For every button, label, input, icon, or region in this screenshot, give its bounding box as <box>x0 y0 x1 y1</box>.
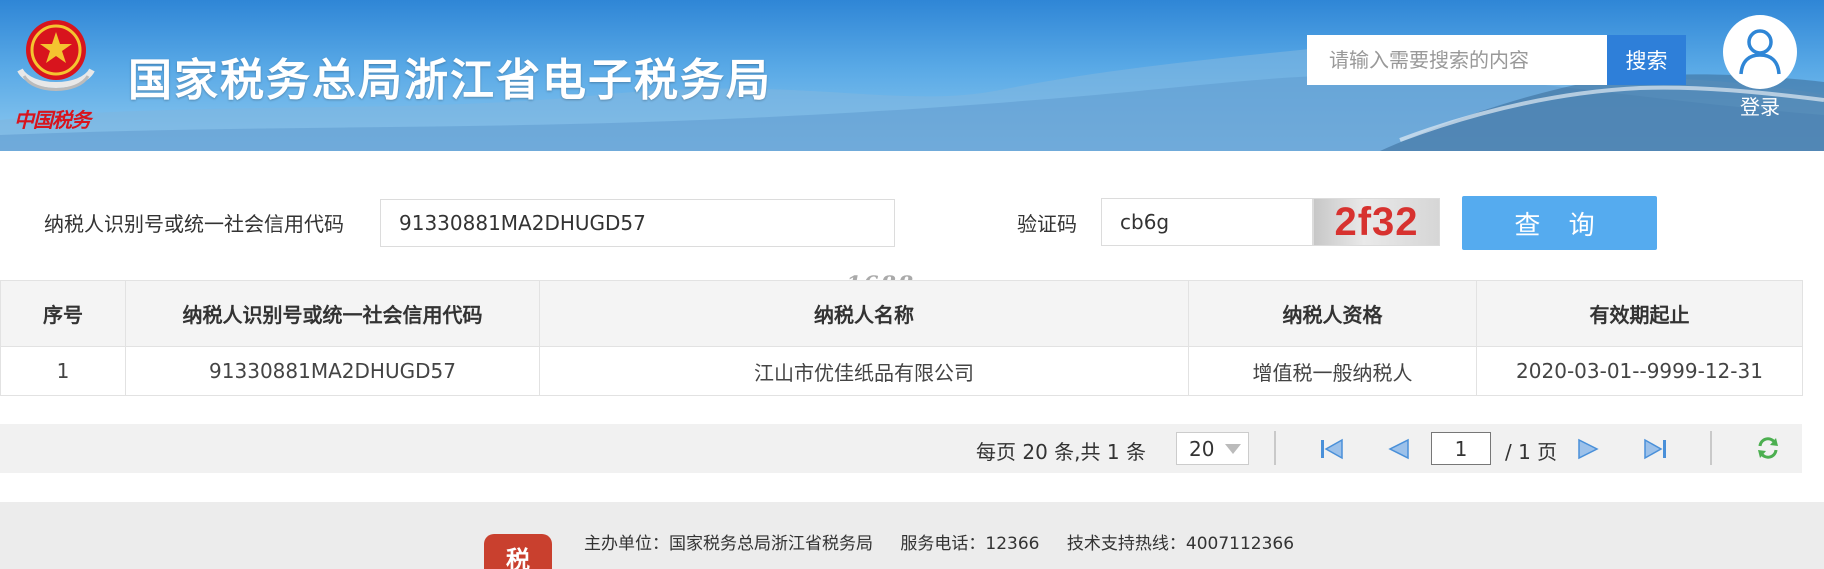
footer-host: 主办单位：国家税务总局浙江省税务局 <box>584 534 873 554</box>
captcha-label: 验证码 <box>1017 212 1077 236</box>
page-size-value: 20 <box>1189 436 1215 461</box>
column-header-index: 序号 <box>0 280 126 347</box>
last-page-icon[interactable] <box>1643 438 1667 460</box>
footer-info: 主办单位：国家税务总局浙江省税务局 服务电话：12366 技术支持热线：4007… <box>584 529 1316 554</box>
login-label: 登录 <box>1740 95 1780 119</box>
current-page-input[interactable] <box>1431 432 1491 465</box>
column-header-validity: 有效期起止 <box>1476 280 1803 347</box>
previous-page-icon[interactable] <box>1386 438 1410 460</box>
footer-support-hotline: 技术支持热线：4007112366 <box>1066 534 1295 554</box>
cell-taxid: 91330881MA2DHUGD57 <box>125 346 540 396</box>
emblem-caption: 中国税务 <box>14 108 91 132</box>
national-emblem-icon <box>17 20 95 91</box>
pager-divider <box>1710 431 1712 465</box>
site-header: 中国税务 国家税务总局浙江省电子税务局 搜索 登录 <box>0 0 1824 151</box>
chevron-down-icon <box>1225 444 1241 454</box>
user-avatar <box>1723 15 1797 89</box>
site-title: 国家税务总局浙江省电子税务局 <box>128 55 772 106</box>
next-page-icon[interactable] <box>1577 438 1601 460</box>
footer-service-phone: 服务电话：12366 <box>900 534 1040 554</box>
tax-bureau-logo-icon: 税 <box>484 534 552 569</box>
pager-divider <box>1274 431 1276 465</box>
user-icon <box>1739 29 1781 75</box>
column-header-taxid: 纳税人识别号或统一社会信用代码 <box>125 280 540 347</box>
captcha-image[interactable]: 2f32 <box>1313 198 1440 246</box>
refresh-icon[interactable] <box>1756 436 1780 460</box>
site-search-input[interactable] <box>1307 35 1607 85</box>
total-pages: / 1 页 <box>1505 440 1558 464</box>
cell-name: 江山市优佳纸品有限公司 <box>539 346 1189 396</box>
first-page-icon[interactable] <box>1320 438 1344 460</box>
column-header-name: 纳税人名称 <box>539 280 1189 347</box>
login-button[interactable]: 登录 <box>1720 15 1800 119</box>
column-header-qualification: 纳税人资格 <box>1188 280 1477 347</box>
table-header-row: 序号 纳税人识别号或统一社会信用代码 纳税人名称 纳税人资格 有效期起止 <box>0 280 1803 347</box>
cell-qualification: 增值税一般纳税人 <box>1188 346 1477 396</box>
taxid-input[interactable] <box>380 199 895 247</box>
table-row: 1 91330881MA2DHUGD57 江山市优佳纸品有限公司 增值税一般纳税… <box>0 346 1803 396</box>
cell-index: 1 <box>0 346 126 396</box>
site-footer: 税 主办单位：国家税务总局浙江省税务局 服务电话：12366 技术支持热线：40… <box>0 502 1824 569</box>
captcha-input[interactable] <box>1101 198 1313 246</box>
result-table: 序号 纳税人识别号或统一社会信用代码 纳税人名称 纳税人资格 有效期起止 1 9… <box>0 280 1803 396</box>
pagination-summary: 每页 20 条,共 1 条 <box>976 440 1146 464</box>
search-button[interactable]: 搜索 <box>1607 35 1686 85</box>
taxid-label: 纳税人识别号或统一社会信用代码 <box>44 212 344 236</box>
cell-validity: 2020-03-01--9999-12-31 <box>1476 346 1803 396</box>
query-button[interactable]: 查 询 <box>1462 196 1657 250</box>
page-size-select[interactable]: 20 <box>1176 432 1249 465</box>
pagination-bar: 每页 20 条,共 1 条 20 / 1 页 <box>0 424 1802 473</box>
